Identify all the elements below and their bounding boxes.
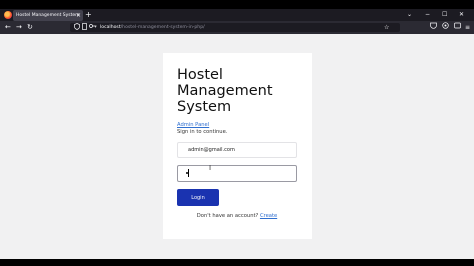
tab-title: Hostel Management System [16,13,80,18]
pocket-icon[interactable] [430,22,437,33]
url-host: localhost [100,25,121,30]
extensions-icon[interactable] [442,22,449,33]
new-tab-button[interactable]: + [85,10,92,20]
url-text: localhost/hostel-management-system-in-ph… [100,23,205,32]
star-icon[interactable]: ☆ [384,23,389,32]
reload-button[interactable]: ↻ [27,22,33,32]
signup-prompt: Don't have an account? [196,213,259,219]
shield-icon[interactable] [74,23,80,34]
page-title: Hostel Management System [177,67,307,115]
title-line: Hostel [177,67,223,83]
screen-bottom-edge [0,259,474,266]
firefox-logo-icon [4,11,12,19]
minimize-icon[interactable]: − [425,10,430,20]
browser-tab[interactable]: Hostel Management System × [13,10,83,21]
back-button[interactable]: ← [5,22,11,32]
mouse-cursor-icon: I [209,164,212,172]
tab-list-icon[interactable]: ⌄ [407,10,412,20]
close-window-icon[interactable]: ✕ [459,10,464,20]
login-button[interactable]: Login [177,189,219,206]
signin-subtitle: Sign in to continue. [177,129,228,135]
text-caret [188,169,189,177]
title-line: Management [177,83,273,99]
url-path: /hostel-management-system-in-php/ [120,25,205,30]
title-line: System [177,99,232,115]
address-bar[interactable]: localhost/hostel-management-system-in-ph… [70,23,400,32]
page-icon[interactable] [82,23,87,34]
tab-close-icon[interactable]: × [76,11,81,20]
create-account-link[interactable]: Create [260,213,277,219]
page-viewport: Hostel Management System Admin Panel Sig… [0,34,474,259]
signup-row: Don't have an account? Create [177,213,297,220]
maximize-icon[interactable]: ☐ [442,10,447,20]
account-icon[interactable] [454,22,461,33]
email-field[interactable] [177,142,297,158]
login-card: Hostel Management System Admin Panel Sig… [163,53,312,239]
screen: Hostel Management System × + ⌄ − ☐ ✕ ← →… [0,0,474,266]
admin-panel-link[interactable]: Admin Panel [177,122,209,129]
menu-icon[interactable]: ≡ [465,22,470,33]
password-field[interactable] [177,165,297,182]
key-icon[interactable] [89,23,97,33]
forward-button[interactable]: → [16,22,22,32]
